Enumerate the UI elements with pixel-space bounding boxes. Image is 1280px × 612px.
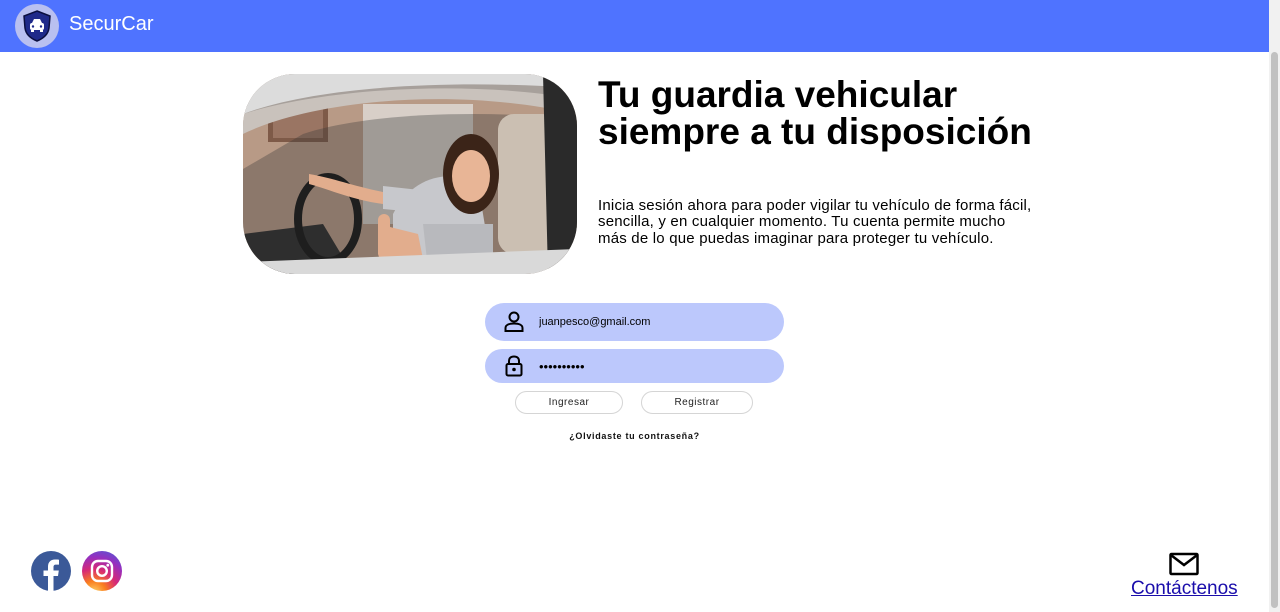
hero-title: Tu guardia vehicular siempre a tu dispos… — [598, 74, 1032, 152]
hero-image — [243, 74, 577, 274]
car-shield-icon — [23, 10, 51, 42]
user-icon — [504, 311, 524, 333]
register-button[interactable]: Registrar — [641, 391, 753, 414]
scrollbar[interactable] — [1269, 0, 1280, 612]
facebook-icon[interactable] — [31, 551, 71, 591]
mail-icon[interactable] — [1169, 552, 1199, 576]
password-field[interactable] — [485, 349, 784, 383]
login-button[interactable]: Ingresar — [515, 391, 623, 414]
lock-icon — [504, 355, 524, 377]
brand-name[interactable]: SecurCar — [69, 13, 153, 36]
scrollbar-thumb[interactable] — [1271, 52, 1278, 608]
navbar: SecurCar — [0, 0, 1269, 52]
instagram-icon[interactable] — [82, 551, 122, 591]
email-field[interactable] — [485, 303, 784, 341]
contact-link[interactable]: Contáctenos — [1131, 578, 1238, 600]
logo[interactable] — [15, 4, 59, 48]
hero-description: Inicia sesión ahora para poder vigilar t… — [598, 197, 1032, 247]
forgot-password-link[interactable]: ¿Olvidaste tu contraseña? — [0, 431, 1269, 441]
email-input[interactable] — [539, 316, 759, 328]
password-input[interactable] — [539, 358, 759, 374]
